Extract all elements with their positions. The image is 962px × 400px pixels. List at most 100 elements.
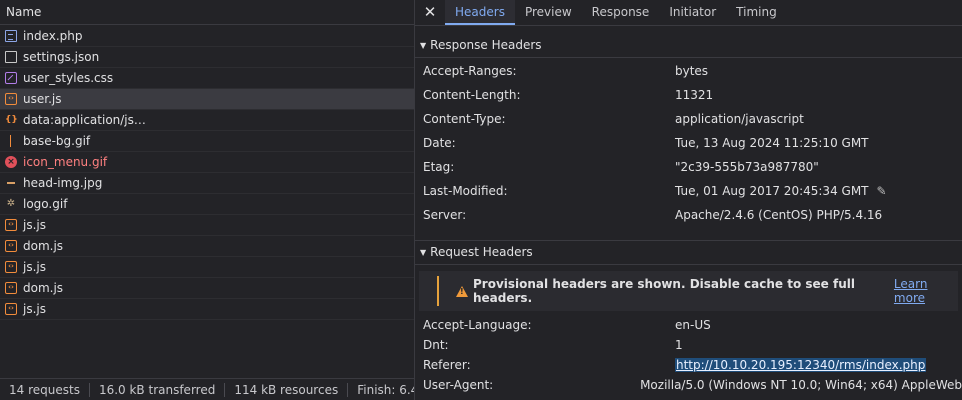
image-icon xyxy=(5,135,17,147)
warning-text: Provisional headers are shown. Disable c… xyxy=(473,277,855,305)
request-name: user_styles.css xyxy=(23,70,114,85)
header-key: Referer: xyxy=(423,358,471,372)
header-row: Accept-Ranges: bytes xyxy=(415,59,962,83)
script-icon: ‹› xyxy=(5,282,17,294)
referer-link[interactable]: http://10.10.20.195:12340/rms/index.php xyxy=(675,358,927,372)
request-headers-section: ▼Request Headers Provisional headers are… xyxy=(415,240,962,395)
script-icon: ‹› xyxy=(5,240,17,252)
header-value: 1 xyxy=(675,338,683,352)
header-row: Referer: http://10.10.20.195:12340/rms/i… xyxy=(415,355,962,375)
request-row[interactable]: ‹› js.js xyxy=(0,257,414,278)
request-name: index.php xyxy=(23,28,83,43)
details-tabbar: ✕ Headers Preview Response Initiator Tim… xyxy=(415,0,962,26)
last-modified-value: Tue, 01 Aug 2017 20:45:34 GMT xyxy=(675,184,869,198)
header-row: Content-Length: 11321 xyxy=(415,83,962,107)
script-icon: ‹› xyxy=(5,303,17,315)
header-row: User-Agent: Mozilla/5.0 (Windows NT 10.0… xyxy=(415,375,962,395)
network-status-bar: 14 requests 16.0 kB transferred 114 kB r… xyxy=(0,378,414,400)
header-value: bytes xyxy=(675,64,709,78)
close-icon[interactable]: ✕ xyxy=(415,0,445,25)
request-row[interactable]: ‹› dom.js xyxy=(0,236,414,257)
section-title-text: Request Headers xyxy=(430,245,533,259)
request-name: dom.js xyxy=(23,238,64,253)
tab-timing[interactable]: Timing xyxy=(726,0,787,25)
header-row: Date: Tue, 13 Aug 2024 11:25:10 GMT xyxy=(415,131,962,155)
tab-response[interactable]: Response xyxy=(582,0,660,25)
header-value: Apache/2.4.6 (CentOS) PHP/5.4.16 xyxy=(675,208,883,222)
error-icon: × xyxy=(5,156,17,168)
header-key: Accept-Ranges: xyxy=(423,64,517,78)
request-list-panel: Name index.php settings.json user_styles… xyxy=(0,0,414,400)
image-icon: ✲ xyxy=(6,198,16,209)
header-key: User-Agent: xyxy=(423,378,494,392)
request-name: dom.js xyxy=(23,280,64,295)
request-name: data:application/js… xyxy=(23,112,146,127)
request-name: logo.gif xyxy=(23,196,68,211)
section-title-text: Response Headers xyxy=(430,38,542,52)
provisional-headers-warning: Provisional headers are shown. Disable c… xyxy=(419,271,958,311)
script-icon: ‹› xyxy=(5,93,17,105)
document-icon xyxy=(5,30,17,42)
tab-initiator[interactable]: Initiator xyxy=(659,0,726,25)
finish-time: Finish: 6.43 s xyxy=(348,383,414,397)
learn-more-link[interactable]: Learn more xyxy=(894,277,958,305)
request-row[interactable]: index.php xyxy=(0,26,414,47)
request-row[interactable]: ‹› js.js xyxy=(0,299,414,320)
request-row[interactable]: {} data:application/js… xyxy=(0,110,414,131)
header-value: Tue, 13 Aug 2024 11:25:10 GMT xyxy=(675,136,869,150)
header-value: Tue, 01 Aug 2017 20:45:34 GMT ✎ xyxy=(675,179,887,203)
file-icon xyxy=(5,51,17,63)
header-value: "2c39-555b73a987780" xyxy=(675,160,819,174)
header-row: Content-Type: application/javascript xyxy=(415,107,962,131)
resources-size: 114 kB resources xyxy=(225,382,349,397)
header-key: Last-Modified: xyxy=(423,184,508,198)
request-name: js.js xyxy=(23,301,46,316)
header-row: Dnt: 1 xyxy=(415,335,962,355)
request-row[interactable]: ‹› dom.js xyxy=(0,278,414,299)
header-value: en-US xyxy=(675,318,711,332)
transferred-size: 16.0 kB transferred xyxy=(90,382,226,397)
request-name: base-bg.gif xyxy=(23,133,91,148)
request-row-selected[interactable]: ‹› user.js xyxy=(0,89,414,110)
request-name: settings.json xyxy=(23,49,100,64)
warning-icon xyxy=(456,285,468,297)
header-key: Server: xyxy=(423,208,467,222)
script-icon: ‹› xyxy=(5,219,17,231)
response-headers-toggle[interactable]: ▼ Response Headers xyxy=(415,34,962,58)
request-row[interactable]: head-img.jpg xyxy=(0,173,414,194)
header-key: Content-Length: xyxy=(423,88,521,102)
header-row: Accept-Language: en-US xyxy=(415,315,962,335)
header-value: application/javascript xyxy=(675,112,804,126)
header-key: Accept-Language: xyxy=(423,318,532,332)
name-column-header[interactable]: Name xyxy=(0,0,414,25)
tab-headers[interactable]: Headers xyxy=(445,0,515,25)
tab-preview[interactable]: Preview xyxy=(515,0,582,25)
header-row: Etag: "2c39-555b73a987780" xyxy=(415,155,962,179)
request-name: js.js xyxy=(23,259,46,274)
header-key: Date: xyxy=(423,136,456,150)
request-name: js.js xyxy=(23,217,46,232)
request-row[interactable]: ✲ logo.gif xyxy=(0,194,414,215)
response-headers-section: ▼ Response Headers Accept-Ranges: bytes C… xyxy=(415,34,962,227)
header-key: Etag: xyxy=(423,160,455,174)
request-name: user.js xyxy=(23,91,62,106)
triangle-down-icon: ▼ xyxy=(420,41,427,50)
request-name: head-img.jpg xyxy=(23,175,103,190)
request-row-error[interactable]: × icon_menu.gif xyxy=(0,152,414,173)
pencil-icon[interactable]: ✎ xyxy=(877,179,887,203)
request-row[interactable]: user_styles.css xyxy=(0,68,414,89)
image-icon xyxy=(5,177,17,189)
script-icon: ‹› xyxy=(5,261,17,273)
request-row[interactable]: ‹› js.js xyxy=(0,215,414,236)
triangle-down-icon: ▼ xyxy=(420,248,427,257)
header-key: Dnt: xyxy=(423,338,449,352)
header-value: 11321 xyxy=(675,88,714,102)
request-row[interactable]: base-bg.gif xyxy=(0,131,414,152)
request-details-panel: ✕ Headers Preview Response Initiator Tim… xyxy=(415,0,962,400)
data-uri-icon: {} xyxy=(5,115,18,125)
request-row[interactable]: settings.json xyxy=(0,47,414,68)
request-name: icon_menu.gif xyxy=(23,154,108,169)
header-key: Content-Type: xyxy=(423,112,506,126)
stylesheet-icon xyxy=(5,72,17,84)
request-headers-toggle[interactable]: ▼ Request Headers xyxy=(415,241,962,265)
